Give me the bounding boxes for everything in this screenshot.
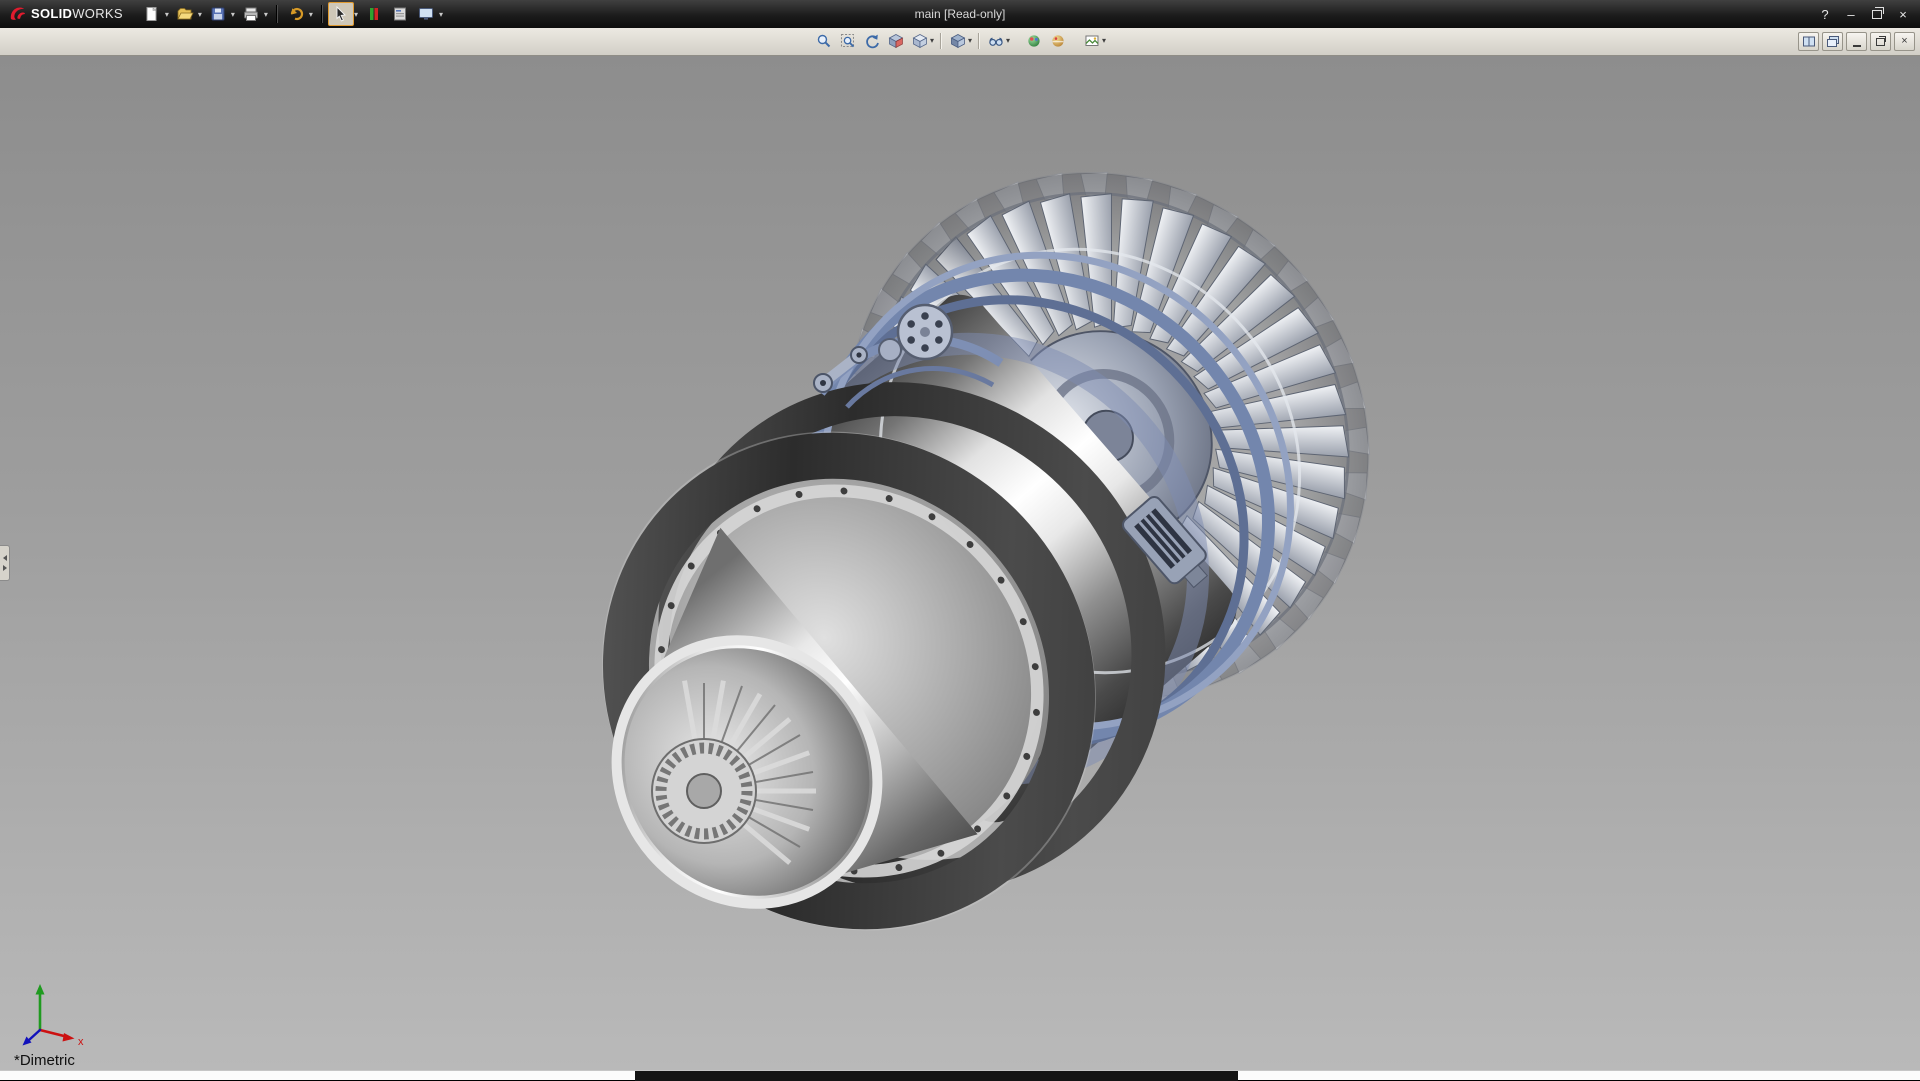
orientation-triad: x bbox=[18, 972, 88, 1050]
magnifier-area-icon bbox=[840, 33, 856, 49]
minimize-icon bbox=[1853, 45, 1861, 47]
select-cursor-icon bbox=[332, 5, 350, 23]
dropdown-caret-icon[interactable]: ▾ bbox=[264, 10, 268, 19]
toolbar-separator bbox=[321, 5, 323, 23]
dropdown-caret-icon[interactable]: ▾ bbox=[930, 36, 934, 45]
open-folder-icon bbox=[176, 5, 194, 23]
jet-engine-model[interactable] bbox=[585, 131, 1465, 941]
dropdown-caret-icon[interactable]: ▾ bbox=[439, 10, 443, 19]
doc-restore-button[interactable] bbox=[1870, 32, 1891, 51]
printer-icon bbox=[242, 5, 260, 23]
dropdown-caret-icon[interactable]: ▾ bbox=[231, 10, 235, 19]
section-cube-icon bbox=[888, 33, 904, 49]
dropdown-caret-icon[interactable]: ▾ bbox=[165, 10, 169, 19]
restore-button[interactable] bbox=[1866, 4, 1888, 24]
toolbar-separator bbox=[276, 5, 278, 23]
new-document-button[interactable] bbox=[139, 2, 165, 26]
doc-minimize-button[interactable] bbox=[1846, 32, 1867, 51]
section-view-button[interactable] bbox=[884, 30, 908, 51]
save-button[interactable] bbox=[205, 2, 231, 26]
display-settings-button[interactable] bbox=[413, 2, 439, 26]
triad-x-axis bbox=[40, 1030, 66, 1037]
standard-toolbar: ▾ ▾ ▾ ▾ bbox=[139, 2, 446, 26]
edit-appearance-button[interactable] bbox=[1022, 30, 1046, 51]
appearance-ball-icon bbox=[1026, 33, 1042, 49]
dropdown-caret-icon[interactable]: ▾ bbox=[198, 10, 202, 19]
doc-close-button[interactable]: × bbox=[1894, 32, 1915, 51]
dropdown-caret-icon[interactable]: ▾ bbox=[354, 10, 358, 19]
minimize-button[interactable]: – bbox=[1840, 4, 1862, 24]
glasses-icon bbox=[988, 33, 1004, 49]
hide-show-items-button[interactable] bbox=[984, 30, 1008, 51]
view-orientation-label: *Dimetric bbox=[14, 1052, 75, 1069]
view-settings-button[interactable] bbox=[1080, 30, 1104, 51]
titlebar: SOLIDWORKS ▾ ▾ ▾ bbox=[0, 0, 1920, 28]
solidworks-logo: SOLIDWORKS bbox=[8, 5, 123, 23]
clipboard-icon bbox=[391, 5, 409, 23]
color-bars-button[interactable] bbox=[361, 2, 387, 26]
dropdown-caret-icon[interactable]: ▾ bbox=[968, 36, 972, 45]
split-window-icon bbox=[1802, 35, 1816, 48]
orientation-cube-icon bbox=[912, 33, 928, 49]
document-title: main [Read-only] bbox=[915, 0, 1006, 28]
help-button[interactable]: ? bbox=[1814, 4, 1836, 24]
undo-button[interactable] bbox=[283, 2, 309, 26]
save-floppy-icon bbox=[209, 5, 227, 23]
scene-ball-icon bbox=[1050, 33, 1066, 49]
restore-icon bbox=[1872, 10, 1882, 19]
restore-icon bbox=[1876, 38, 1885, 46]
dropdown-caret-icon[interactable]: ▾ bbox=[1006, 36, 1010, 45]
dropdown-caret-icon[interactable]: ▾ bbox=[1102, 36, 1106, 45]
red-green-bars-icon bbox=[365, 5, 383, 23]
monitor-icon bbox=[417, 5, 435, 23]
magnifier-icon bbox=[816, 33, 832, 49]
apply-scene-button[interactable] bbox=[1046, 30, 1070, 51]
previous-view-arrow-icon bbox=[864, 33, 880, 49]
view-orientation-button[interactable] bbox=[908, 30, 932, 51]
split-window-button[interactable] bbox=[1798, 32, 1819, 51]
chevron-right-icon bbox=[3, 565, 7, 571]
brand-text-works: WORKS bbox=[72, 6, 123, 21]
graphics-area[interactable]: x *Dimetric bbox=[0, 56, 1920, 1070]
display-style-button[interactable] bbox=[946, 30, 970, 51]
open-document-button[interactable] bbox=[172, 2, 198, 26]
new-document-icon bbox=[143, 5, 161, 23]
view-toolbar: ▾ ▾ ▾ bbox=[812, 30, 1108, 51]
triad-x-label: x bbox=[78, 1036, 84, 1048]
triad-z-axis bbox=[29, 1030, 40, 1040]
scene-photo-icon bbox=[1084, 33, 1100, 49]
solidworks-window: SOLIDWORKS ▾ ▾ ▾ bbox=[0, 0, 1920, 1080]
close-button[interactable]: × bbox=[1892, 4, 1914, 24]
window-controls: ? – × bbox=[1814, 4, 1914, 24]
document-window-controls: × bbox=[1798, 32, 1915, 51]
arrange-windows-button[interactable] bbox=[1822, 32, 1843, 51]
chevron-left-icon bbox=[3, 555, 7, 561]
shaded-cube-icon bbox=[950, 33, 966, 49]
dassault-systemes-logo-icon bbox=[8, 5, 26, 23]
select-tool-button[interactable] bbox=[328, 2, 354, 26]
toolbar-separator bbox=[940, 33, 942, 49]
previous-view-button[interactable] bbox=[860, 30, 884, 51]
zoom-to-fit-button[interactable] bbox=[812, 30, 836, 51]
task-pane-button[interactable] bbox=[387, 2, 413, 26]
taskbar-sliver bbox=[0, 1070, 1920, 1080]
cascade-windows-icon bbox=[1826, 35, 1840, 48]
dropdown-caret-icon[interactable]: ▾ bbox=[309, 10, 313, 19]
headsup-toolbar-row: ▾ ▾ ▾ bbox=[0, 28, 1920, 56]
toolbar-separator bbox=[978, 33, 980, 49]
print-button[interactable] bbox=[238, 2, 264, 26]
undo-arrow-icon bbox=[287, 5, 305, 23]
zoom-to-area-button[interactable] bbox=[836, 30, 860, 51]
panel-splitter-handle[interactable] bbox=[0, 545, 10, 581]
brand-text-solid: SOLID bbox=[31, 6, 72, 21]
